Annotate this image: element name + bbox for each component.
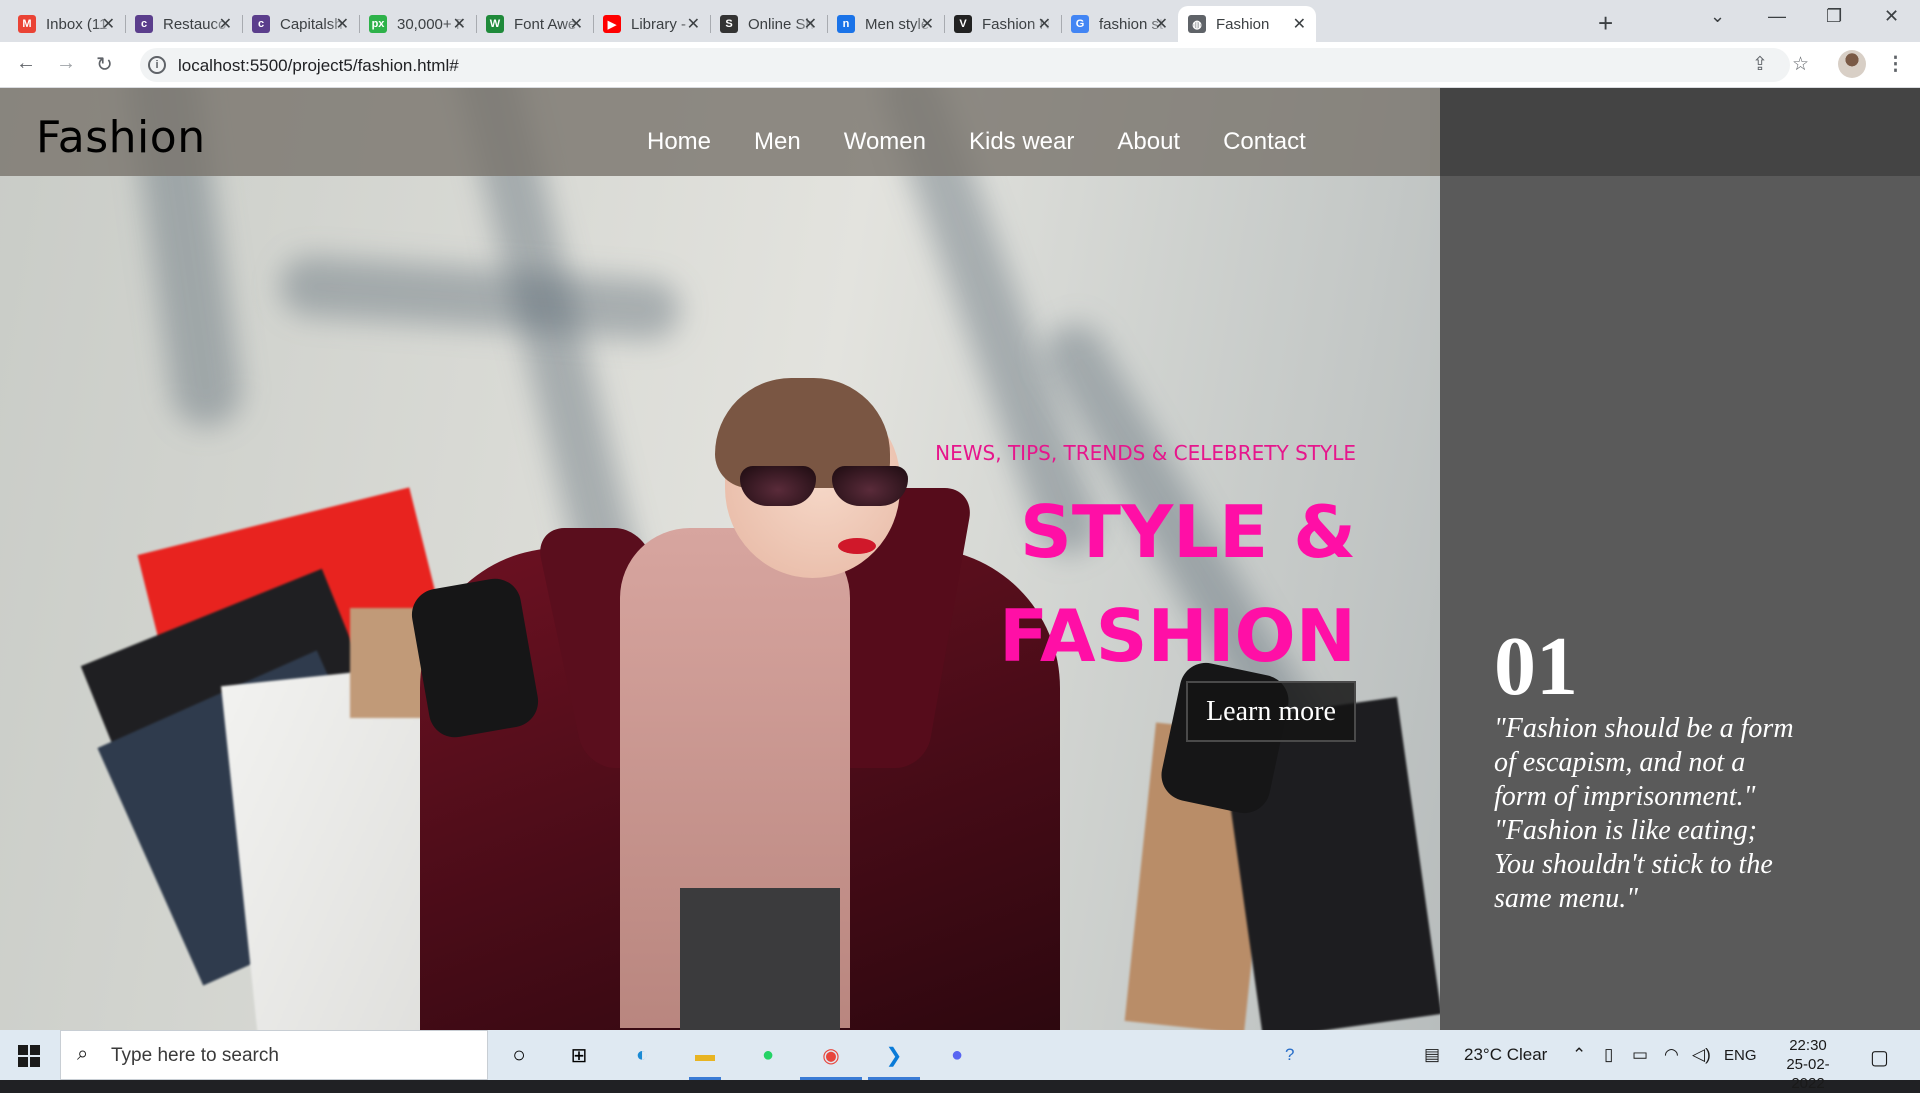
background-streak — [278, 254, 682, 342]
new-tab-button[interactable]: + — [1598, 8, 1613, 39]
hero-subtitle: NEWS, TIPS, TRENDS & CELEBRETY STYLE — [935, 441, 1356, 465]
help-icon[interactable]: ? — [1285, 1045, 1294, 1065]
browser-tab[interactable]: c Restauco ✕ — [125, 6, 243, 42]
whatsapp-icon[interactable]: ● — [752, 1039, 784, 1071]
browser-tab[interactable]: M Inbox (11 ✕ — [8, 6, 126, 42]
close-tab-icon[interactable]: ✕ — [219, 14, 232, 34]
browser-tab[interactable]: W Font Awe ✕ — [476, 6, 594, 42]
reload-icon[interactable]: ↻ — [96, 52, 113, 77]
browser-tab[interactable]: S Online Sh ✕ — [710, 6, 828, 42]
browser-tab[interactable]: px 30,000+ F ✕ — [359, 6, 477, 42]
nav-about[interactable]: About — [1117, 128, 1180, 156]
n-logo-icon: n — [837, 15, 855, 33]
close-tab-icon[interactable]: ✕ — [336, 14, 349, 34]
close-tab-icon[interactable]: ✕ — [102, 14, 115, 34]
browser-menu-icon[interactable]: ⋮ — [1886, 53, 1905, 76]
device-icon[interactable]: ▯ — [1604, 1045, 1613, 1065]
tab-search-chevron-icon[interactable]: ⌄ — [1710, 6, 1725, 27]
task-view-icon[interactable]: ⊞ — [563, 1039, 595, 1071]
v-logo-icon: V — [954, 15, 972, 33]
colorlib-icon: c — [252, 15, 270, 33]
profile-avatar[interactable] — [1838, 50, 1866, 78]
browser-toolbar: ← → ↻ i localhost:5500/project5/fashion.… — [0, 42, 1920, 88]
show-hidden-icons-chevron-icon[interactable]: ⌃ — [1572, 1045, 1586, 1065]
side-panel-header — [1440, 88, 1920, 176]
close-tab-icon[interactable]: ✕ — [570, 14, 583, 34]
w-icon: W — [486, 15, 504, 33]
close-tab-icon[interactable]: ✕ — [804, 14, 817, 34]
s-logo-icon: S — [720, 15, 738, 33]
browser-tab[interactable]: ◍ Fashion ✕ — [1178, 6, 1316, 42]
language-indicator[interactable]: ENG — [1724, 1047, 1757, 1064]
nav-kids-wear[interactable]: Kids wear — [969, 128, 1074, 156]
taskbar-search-placeholder[interactable]: Type here to search — [111, 1045, 279, 1067]
browser-tab[interactable]: c Capitalsh ✕ — [242, 6, 360, 42]
browser-tab[interactable]: n Men style ✕ — [827, 6, 945, 42]
globe-icon: ◍ — [1188, 15, 1206, 33]
minimize-button[interactable]: — — [1768, 6, 1786, 27]
wifi-icon[interactable]: ◠ — [1664, 1045, 1679, 1065]
browser-tab-strip: M Inbox (11 ✕ c Restauco ✕ c Capitalsh ✕ px 30,000… — [0, 0, 1920, 42]
browser-tab-title: Fashion — [1216, 15, 1270, 33]
close-tab-icon[interactable]: ✕ — [1038, 14, 1051, 34]
edge-icon[interactable]: ◐ — [626, 1039, 658, 1071]
learn-more-button[interactable]: Learn more — [1186, 681, 1356, 742]
close-tab-icon[interactable]: ✕ — [921, 14, 934, 34]
nav-contact[interactable]: Contact — [1223, 128, 1306, 156]
weather-icon[interactable]: ▤ — [1424, 1045, 1440, 1065]
hero-title: STYLE & FASHION — [998, 490, 1356, 678]
search-icon: ⌕ — [77, 1043, 89, 1065]
model-skirt — [680, 888, 840, 1030]
cortana-icon[interactable]: ○ — [503, 1039, 535, 1071]
side-panel: 01 "Fashion should be a form of escapism… — [1440, 88, 1920, 1030]
discord-icon[interactable]: ● — [941, 1039, 973, 1071]
address-bar[interactable]: i localhost:5500/project5/fashion.html# — [140, 48, 1790, 82]
share-icon[interactable]: ⇪ — [1752, 53, 1768, 76]
nav-women[interactable]: Women — [844, 128, 926, 156]
clock-date: 25-02-2022 — [1786, 1056, 1830, 1092]
pixabay-icon: px — [369, 15, 387, 33]
close-tab-icon[interactable]: ✕ — [687, 14, 700, 34]
colorlib-icon: c — [135, 15, 153, 33]
nav-home[interactable]: Home — [647, 128, 711, 156]
back-arrow-icon[interactable]: ← — [16, 52, 36, 75]
close-tab-icon[interactable]: ✕ — [1155, 14, 1168, 34]
clock-time: 22:30 — [1789, 1037, 1827, 1054]
chrome-icon[interactable]: ◉ — [815, 1039, 847, 1071]
address-url[interactable]: localhost:5500/project5/fashion.html# — [178, 56, 459, 76]
gmail-icon: M — [18, 15, 36, 33]
nav-men[interactable]: Men — [754, 128, 801, 156]
vscode-icon[interactable]: ❯ — [878, 1039, 910, 1071]
taskbar-search-box[interactable]: ⌕ Type here to search — [60, 1030, 488, 1080]
restore-button[interactable]: ❐ — [1826, 6, 1842, 27]
close-tab-icon[interactable]: ✕ — [1293, 14, 1306, 34]
slide-counter: 01 — [1494, 620, 1578, 713]
browser-tab[interactable]: V Fashion N ✕ — [944, 6, 1062, 42]
windows-taskbar: ⌕ Type here to search ○ ⊞ ◐ ▬ ● ◉ ❯ ● ? … — [0, 1030, 1920, 1092]
browser-tab[interactable]: ▶ Library - ✕ — [593, 6, 711, 42]
site-header: Fashion Home Men Women Kids wear About C… — [0, 88, 1440, 176]
notifications-icon[interactable]: ▢ — [1870, 1045, 1889, 1070]
file-explorer-icon[interactable]: ▬ — [689, 1039, 721, 1071]
forward-arrow-icon[interactable]: → — [56, 52, 76, 75]
windows-start-icon[interactable] — [18, 1045, 40, 1067]
google-icon: G — [1071, 15, 1089, 33]
close-window-button[interactable]: ✕ — [1884, 6, 1899, 27]
site-info-icon[interactable]: i — [148, 56, 166, 74]
hero-section: NEWS, TIPS, TRENDS & CELEBRETY STYLE STY… — [0, 88, 1440, 1030]
browser-tab[interactable]: Gfashion st ✕ — [1061, 6, 1179, 42]
weather-text[interactable]: 23°C Clear — [1464, 1045, 1547, 1065]
fashion-quote: "Fashion should be a form of escapism, a… — [1494, 713, 1794, 914]
close-tab-icon[interactable]: ✕ — [453, 14, 466, 34]
youtube-icon: ▶ — [603, 15, 621, 33]
site-logo[interactable]: Fashion — [36, 112, 206, 163]
page-viewport: NEWS, TIPS, TRENDS & CELEBRETY STYLE STY… — [0, 88, 1920, 1030]
volume-icon[interactable]: ◁) — [1692, 1045, 1711, 1065]
main-nav: Home Men Women Kids wear About Contact — [647, 128, 1306, 156]
taskbar-clock[interactable]: 22:30 25-02-2022 — [1770, 1036, 1846, 1093]
battery-icon[interactable]: ▭ — [1632, 1045, 1648, 1065]
bookmark-star-icon[interactable]: ☆ — [1792, 53, 1809, 76]
